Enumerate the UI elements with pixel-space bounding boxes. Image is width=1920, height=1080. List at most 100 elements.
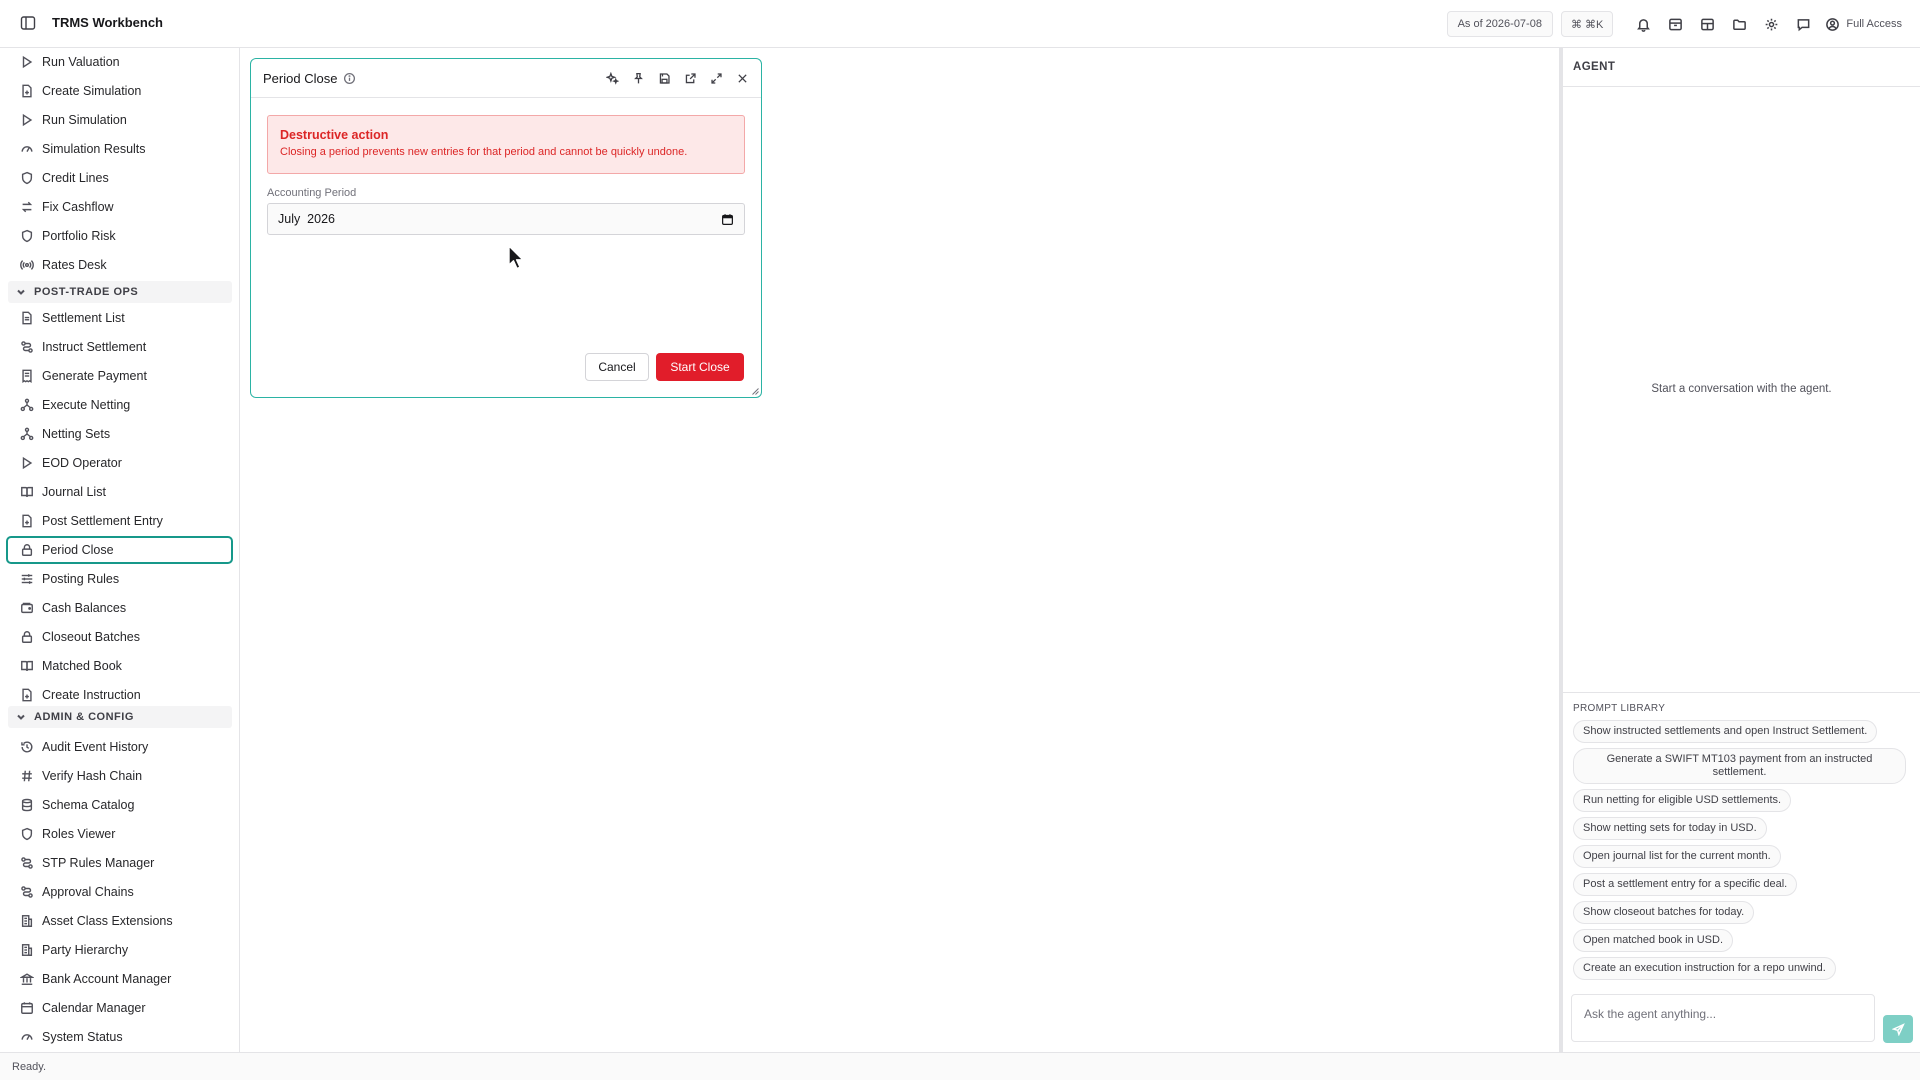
play-icon — [22, 113, 33, 127]
prompt-chip[interactable]: Generate a SWIFT MT103 payment from an i… — [1573, 748, 1906, 784]
radio-icon — [20, 260, 34, 270]
database-icon — [21, 798, 33, 812]
sidebar-item-execute-netting[interactable]: Execute Netting — [6, 391, 233, 419]
sidebar-item-run-simulation[interactable]: Run Simulation — [6, 106, 233, 134]
sidebar-item-approval-chains[interactable]: Approval Chains — [6, 878, 233, 906]
file-plus-icon — [22, 514, 32, 528]
network-icon — [20, 427, 34, 441]
close-icon[interactable] — [733, 69, 751, 87]
prompt-chip[interactable]: Show instructed settlements and open Ins… — [1573, 720, 1878, 743]
building-icon — [21, 915, 33, 927]
sidebar-item-netting-sets[interactable]: Netting Sets — [6, 420, 233, 448]
sidebar-item-matched-book[interactable]: Matched Book — [6, 652, 233, 680]
building-icon — [21, 944, 33, 956]
start-close-button[interactable]: Start Close — [656, 353, 744, 381]
sidebar-item-fix-cashflow[interactable]: Fix Cashflow — [6, 193, 233, 221]
sidebar-item-verify-hash-chain[interactable]: Verify Hash Chain — [6, 762, 233, 790]
sidebar-item-period-close[interactable]: Period Close — [6, 536, 233, 564]
sidebar-group-label: POST-TRADE OPS — [34, 286, 139, 298]
sidebar-item-post-settlement-entry[interactable]: Post Settlement Entry — [6, 507, 233, 535]
sidebar-item-create-simulation[interactable]: Create Simulation — [6, 77, 233, 105]
dialog-header: Period Close — [251, 59, 761, 98]
command-palette-button[interactable]: ⌘ ⌘K — [1560, 11, 1614, 37]
sidebar-item-label: Portfolio Risk — [42, 229, 116, 243]
book-icon — [21, 486, 33, 497]
sidebar-item-label: Closeout Batches — [42, 630, 140, 644]
prompt-chip[interactable]: Open journal list for the current month. — [1573, 845, 1781, 868]
sidebar-item-closeout-batches[interactable]: Closeout Batches — [6, 623, 233, 651]
sidebar-item-posting-rules[interactable]: Posting Rules — [6, 565, 233, 593]
sidebar-item-rates-desk[interactable]: Rates Desk — [6, 251, 233, 279]
sidebar-item-roles-viewer[interactable]: Roles Viewer — [6, 820, 233, 848]
sparkles-icon[interactable] — [603, 69, 621, 87]
chat-icon[interactable] — [1787, 11, 1819, 37]
folder-icon[interactable] — [1723, 11, 1755, 37]
sidebar-item-label: Fix Cashflow — [42, 200, 114, 214]
mouse-cursor-icon — [508, 245, 524, 270]
sidebar-item-bank-account-manager[interactable]: Bank Account Manager — [6, 965, 233, 993]
prompt-chip[interactable]: Show closeout batches for today. — [1573, 901, 1755, 924]
sidebar-item-stp-rules-manager[interactable]: STP Rules Manager — [6, 849, 233, 877]
workspace: Period Close Destructive action Closing … — [241, 48, 1559, 1052]
prompt-chip[interactable]: Open matched book in USD. — [1573, 929, 1734, 952]
sidebar-item-label: Create Instruction — [42, 688, 141, 702]
sidebar-item-eod-operator[interactable]: EOD Operator — [6, 449, 233, 477]
prompt-chip[interactable]: Create an execution instruction for a re… — [1573, 957, 1836, 980]
prompt-chip[interactable]: Run netting for eligible USD settlements… — [1573, 789, 1792, 812]
sidebar-item-credit-lines[interactable]: Credit Lines — [6, 164, 233, 192]
sidebar-item-generate-payment[interactable]: Generate Payment — [6, 362, 233, 390]
bell-icon[interactable] — [1627, 11, 1659, 37]
sidebar-item-label: EOD Operator — [42, 456, 122, 470]
sidebar-item-system-status[interactable]: System Status — [6, 1023, 233, 1051]
resize-handle-icon[interactable] — [752, 388, 759, 395]
accounting-period-label: Accounting Period — [267, 187, 357, 199]
sidebar-item-journal-list[interactable]: Journal List — [6, 478, 233, 506]
file-plus-icon — [22, 688, 32, 702]
sidebar-item-portfolio-risk[interactable]: Portfolio Risk — [6, 222, 233, 250]
lock-icon — [21, 544, 33, 556]
agent-empty-state: Start a conversation with the agent. — [1651, 383, 1832, 395]
destructive-alert: Destructive action Closing a period prev… — [267, 115, 745, 174]
lock-icon — [21, 631, 33, 643]
sidebar-item-simulation-results[interactable]: Simulation Results — [6, 135, 233, 163]
prompt-chip[interactable]: Show netting sets for today in USD. — [1573, 817, 1767, 840]
sidebar-item-label: Period Close — [42, 543, 114, 557]
sidebar-item-label: Run Simulation — [42, 113, 127, 127]
shield-icon — [21, 827, 33, 841]
sidebar-item-label: Party Hierarchy — [42, 943, 129, 957]
sidebar-item-instruct-settlement[interactable]: Instruct Settlement — [6, 333, 233, 361]
pin-icon[interactable] — [629, 69, 647, 87]
sidebar-item-create-instruction[interactable]: Create Instruction — [6, 681, 233, 709]
sidebar-item-run-valuation[interactable]: Run Valuation — [6, 48, 233, 76]
layout-icon[interactable] — [1691, 11, 1723, 37]
agent-message-input[interactable]: Ask the agent anything... — [1571, 994, 1875, 1042]
arrows-icon — [21, 201, 33, 213]
access-level[interactable]: Full Access — [1825, 17, 1902, 32]
sidebar-item-asset-class-extensions[interactable]: Asset Class Extensions — [6, 907, 233, 935]
shield-icon — [21, 171, 33, 185]
sidebar-item-party-hierarchy[interactable]: Party Hierarchy — [6, 936, 233, 964]
accounting-period-input[interactable]: July 2026 — [267, 203, 745, 235]
sidebar-toggle-icon[interactable] — [20, 15, 36, 31]
sidebar-item-audit-event-history[interactable]: Audit Event History — [6, 733, 233, 761]
expand-icon[interactable] — [707, 69, 725, 87]
send-button[interactable] — [1883, 1015, 1913, 1043]
cancel-button[interactable]: Cancel — [585, 353, 649, 381]
sidebar-group-header[interactable]: ADMIN & CONFIG — [8, 706, 232, 728]
calendar-icon[interactable] — [721, 213, 734, 226]
sidebar-item-schema-catalog[interactable]: Schema Catalog — [6, 791, 233, 819]
info-icon[interactable] — [343, 72, 356, 85]
prompt-chip[interactable]: Post a settlement entry for a specific d… — [1573, 873, 1798, 896]
as-of-date-badge[interactable]: As of 2026-07-08 — [1446, 11, 1553, 37]
archive-icon[interactable] — [1659, 11, 1691, 37]
sidebar-item-label: Asset Class Extensions — [42, 914, 173, 928]
external-link-icon[interactable] — [681, 69, 699, 87]
sidebar-item-cash-balances[interactable]: Cash Balances — [6, 594, 233, 622]
sidebar-item-calendar-manager[interactable]: Calendar Manager — [6, 994, 233, 1022]
sidebar-item-label: Posting Rules — [42, 572, 120, 586]
gear-icon[interactable] — [1755, 11, 1787, 37]
sidebar-item-settlement-list[interactable]: Settlement List — [6, 304, 233, 332]
sidebar-group-header[interactable]: POST-TRADE OPS — [8, 281, 232, 303]
route-icon — [21, 886, 33, 898]
save-icon[interactable] — [655, 69, 673, 87]
